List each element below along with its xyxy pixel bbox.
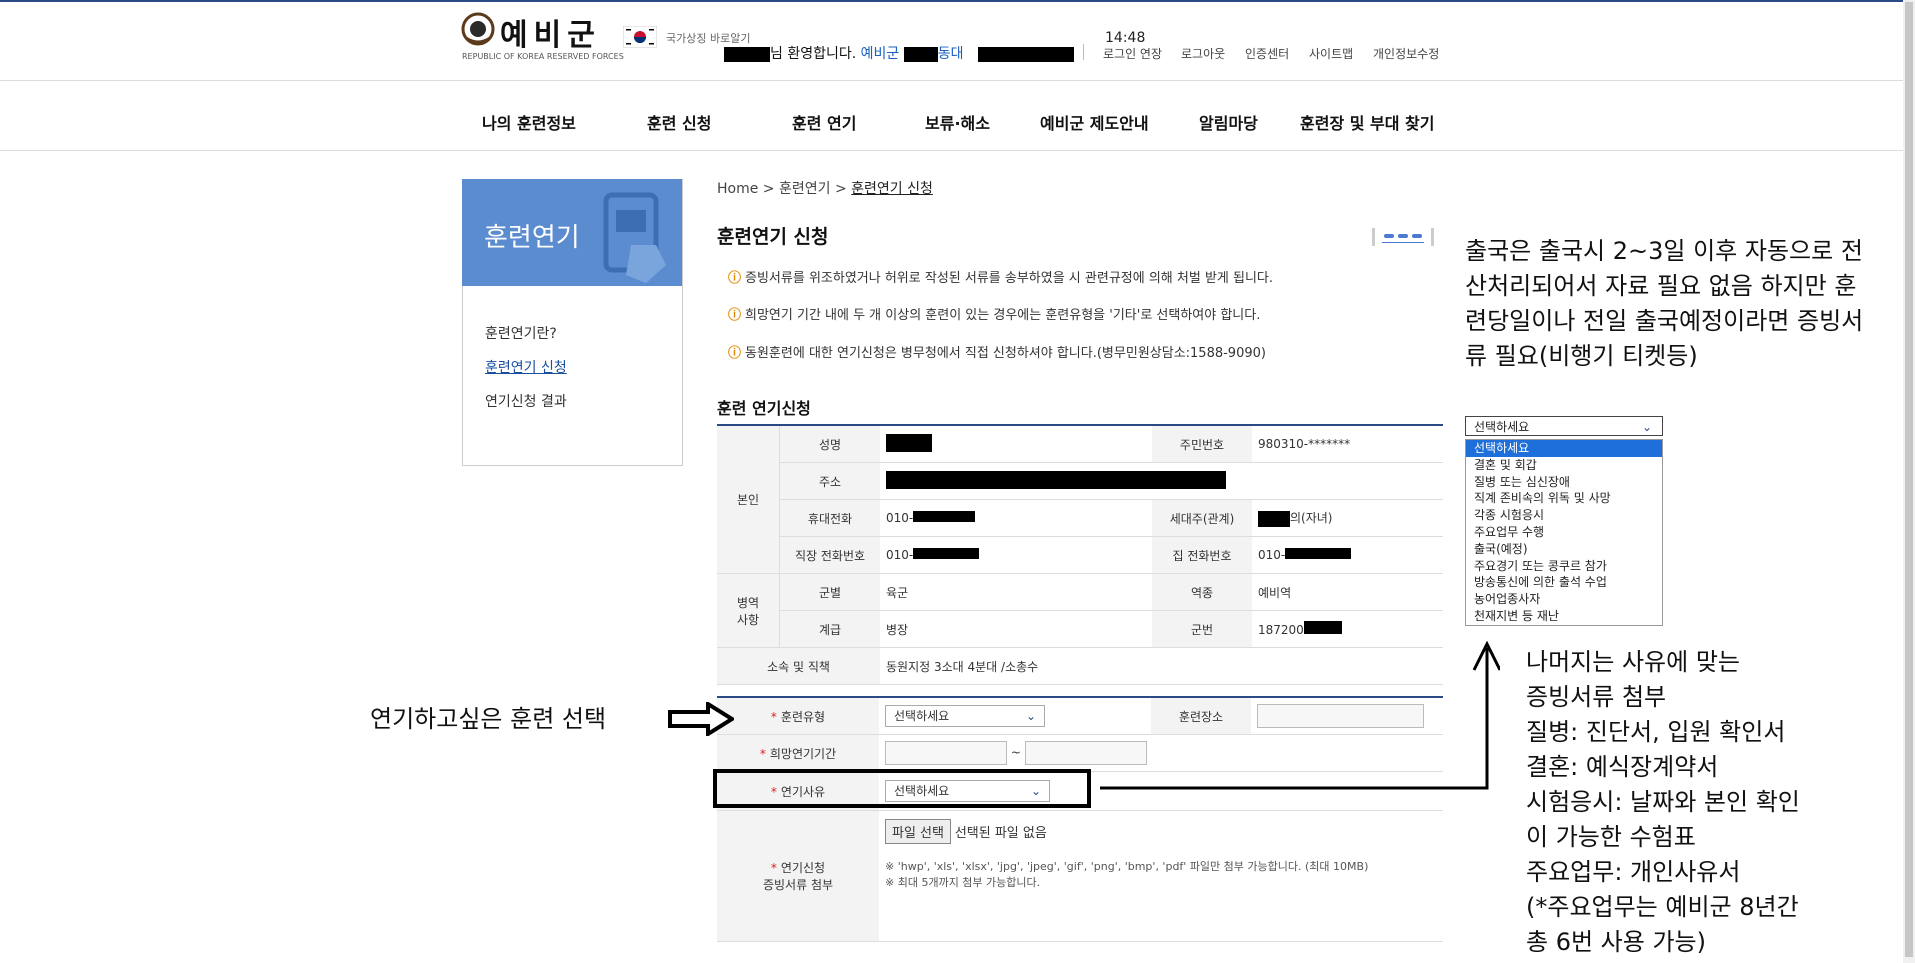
file-status: 선택된 파일 없음 xyxy=(954,826,1047,841)
dropdown-option[interactable]: 각종 시험응시 xyxy=(1466,507,1662,524)
period-start-input[interactable] xyxy=(885,741,1007,765)
redacted-info xyxy=(977,46,1074,62)
sidebar-title: 훈련연기 xyxy=(484,223,580,253)
name-label: 성명 xyxy=(779,425,880,463)
annotation-select-training: 연기하고싶은 훈련 선택 xyxy=(370,705,607,733)
site-logo[interactable]: 예비군 xyxy=(500,10,601,54)
file-note-types: ※ 'hwp', 'xls', 'xlsx', 'jpg', 'jpeg', '… xyxy=(885,860,1369,873)
unit-label: 소속 및 직책 xyxy=(717,647,880,685)
file-select-button[interactable]: 파일 선택 xyxy=(885,819,951,844)
dropdown-option[interactable]: 질병 또는 심신장애 xyxy=(1466,474,1662,491)
breadcrumb: Home > 훈련연기 > 훈련연기 신청 xyxy=(717,181,933,197)
dropdown-option[interactable]: 직계 존비속의 위독 및 사망 xyxy=(1466,490,1662,507)
info-icon: ⓘ xyxy=(728,308,742,323)
breadcrumb-current[interactable]: 훈련연기 신청 xyxy=(851,181,933,197)
redacted-name xyxy=(886,433,932,452)
redacted-head-name xyxy=(1258,510,1290,527)
rrn-label: 주민번호 xyxy=(1152,425,1252,463)
training-type-label: * 훈련유형 xyxy=(717,697,879,735)
edit-profile-link[interactable]: 개인정보수정 xyxy=(1373,45,1439,62)
right-arrow-icon xyxy=(668,702,734,736)
nav-border-top xyxy=(0,80,1915,81)
nav-find-training-site[interactable]: 훈련장 및 부대 찾기 xyxy=(1300,110,1434,134)
sidebar-item-postpone-apply[interactable]: 훈련연기 신청 xyxy=(485,357,567,377)
nav-training-apply[interactable]: 훈련 신청 xyxy=(647,110,711,134)
branch-label: 군별 xyxy=(779,573,880,611)
nav-system-guide[interactable]: 예비군 제도안내 xyxy=(1040,110,1149,134)
redacted-address xyxy=(886,470,1226,489)
redacted-name xyxy=(724,46,770,62)
file-note-count: ※ 최대 5개까지 첨부 가능합니다. xyxy=(885,876,1041,889)
redacted-serial xyxy=(1303,621,1342,634)
notice-mobilization: ⓘ 동원훈련에 대한 연기신청은 병무청에서 직접 신청하셔야 합니다.(병무민원… xyxy=(728,346,1266,361)
reserve-forces-emblem-icon[interactable] xyxy=(461,12,495,46)
dropdown-option[interactable]: 방송통신에 의한 출석 수업 xyxy=(1466,574,1662,591)
korean-flag-icon[interactable] xyxy=(623,26,657,48)
nav-my-training[interactable]: 나의 훈련정보 xyxy=(482,110,576,134)
home-phone-label: 집 전화번호 xyxy=(1152,536,1252,574)
rank-label: 계급 xyxy=(779,610,880,648)
document-hand-icon xyxy=(603,192,666,283)
info-icon: ⓘ xyxy=(728,271,742,286)
page-title: 훈련연기 신청 xyxy=(717,226,829,248)
service-type-label: 역종 xyxy=(1152,573,1252,611)
sidebar-item-postpone-result[interactable]: 연기신청 결과 xyxy=(485,391,567,411)
redacted-unit xyxy=(903,46,938,62)
header-divider xyxy=(1083,44,1084,60)
annotation-document-list: 나머지는 사유에 맞는 증빙서류 첨부 질병: 진단서, 입원 확인서 결혼: … xyxy=(1526,648,1800,956)
household-head-label: 세대주(관계) xyxy=(1152,499,1252,537)
group-self: 본인 xyxy=(717,425,780,574)
section-title: 훈련 연기신청 xyxy=(717,399,811,418)
attach-label: * 연기신청 증빙서류 첨부 xyxy=(717,810,879,942)
session-clock: 14:48 xyxy=(1105,30,1146,46)
chevron-down-icon: ⌄ xyxy=(1025,709,1036,723)
redacted-work-phone xyxy=(913,548,980,559)
site-logo-subtitle: REPUBLIC OF KOREA RESERVED FORCES xyxy=(462,52,624,61)
redacted-mobile xyxy=(913,511,976,522)
redacted-home-phone xyxy=(1285,548,1352,559)
connector-arrow-icon xyxy=(1100,640,1500,790)
reason-dropdown-options: 선택하세요 결혼 및 회갑 질병 또는 심신장애 직계 존비속의 위독 및 사망… xyxy=(1465,439,1663,626)
breadcrumb-level1[interactable]: 훈련연기 xyxy=(779,181,831,197)
nav-border-bottom xyxy=(0,150,1915,151)
branch-value: 육군 xyxy=(880,573,1152,611)
sidebar-item-what-is-postpone[interactable]: 훈련연기란? xyxy=(485,323,557,343)
group-military: 병역 사항 xyxy=(717,573,780,648)
welcome-message: 님 환영합니다. 예비군 동대 xyxy=(724,43,1074,63)
scrollbar-thumb[interactable] xyxy=(1905,2,1913,957)
dropdown-option[interactable]: 선택하세요 xyxy=(1466,440,1662,457)
mobile-label: 휴대전화 xyxy=(779,499,880,537)
notice-multiple-training: ⓘ 희망연기 기간 내에 두 개 이상의 훈련이 있는 경우에는 훈련유형을 '기… xyxy=(728,308,1261,323)
dropdown-option[interactable]: 주요경기 또는 콩쿠르 참가 xyxy=(1466,558,1662,575)
work-phone-label: 직장 전화번호 xyxy=(779,536,880,574)
notice-forgery: ⓘ 증빙서류를 위조하였거나 허위로 작성된 서류를 송부하였을 시 관련규정에 … xyxy=(728,271,1274,286)
dropdown-option[interactable]: 결혼 및 회갑 xyxy=(1466,457,1662,474)
service-type-value: 예비역 xyxy=(1252,573,1443,611)
annotation-departure-note: 출국은 출국시 2~3일 이후 자동으로 전산처리되어서 자료 필요 없음 하지… xyxy=(1465,237,1864,370)
nav-hold-release[interactable]: 보류·해소 xyxy=(925,110,990,134)
top-border xyxy=(0,0,1915,2)
chevron-down-icon: ⌄ xyxy=(1641,420,1652,434)
dropdown-option[interactable]: 주요업무 수행 xyxy=(1466,524,1662,541)
reason-highlight-box xyxy=(713,769,1091,808)
nav-training-postpone[interactable]: 훈련 연기 xyxy=(792,110,856,134)
period-label: * 희망연기기간 xyxy=(717,734,879,772)
sitemap-link[interactable]: 사이트맵 xyxy=(1309,45,1353,62)
nav-notice[interactable]: 알림마당 xyxy=(1199,110,1258,134)
address-label: 주소 xyxy=(779,462,880,500)
extend-login-link[interactable]: 로그인 연장 xyxy=(1103,45,1162,62)
logout-link[interactable]: 로그아웃 xyxy=(1181,45,1225,62)
breadcrumb-home[interactable]: Home xyxy=(717,181,758,197)
auth-center-link[interactable]: 인증센터 xyxy=(1245,45,1289,62)
dropdown-option[interactable]: 출국(예정) xyxy=(1466,541,1662,558)
rrn-value: 980310-******* xyxy=(1252,425,1443,463)
dropdown-option[interactable]: 천재지변 등 재난 xyxy=(1466,608,1662,625)
reason-dropdown[interactable]: 선택하세요 ⌄ xyxy=(1465,416,1663,436)
dropdown-option[interactable]: 농어업종사자 xyxy=(1466,591,1662,608)
more-options-icon[interactable] xyxy=(1372,228,1434,246)
training-type-select[interactable]: 선택하세요 ⌄ xyxy=(885,705,1045,727)
info-icon: ⓘ xyxy=(728,346,742,361)
